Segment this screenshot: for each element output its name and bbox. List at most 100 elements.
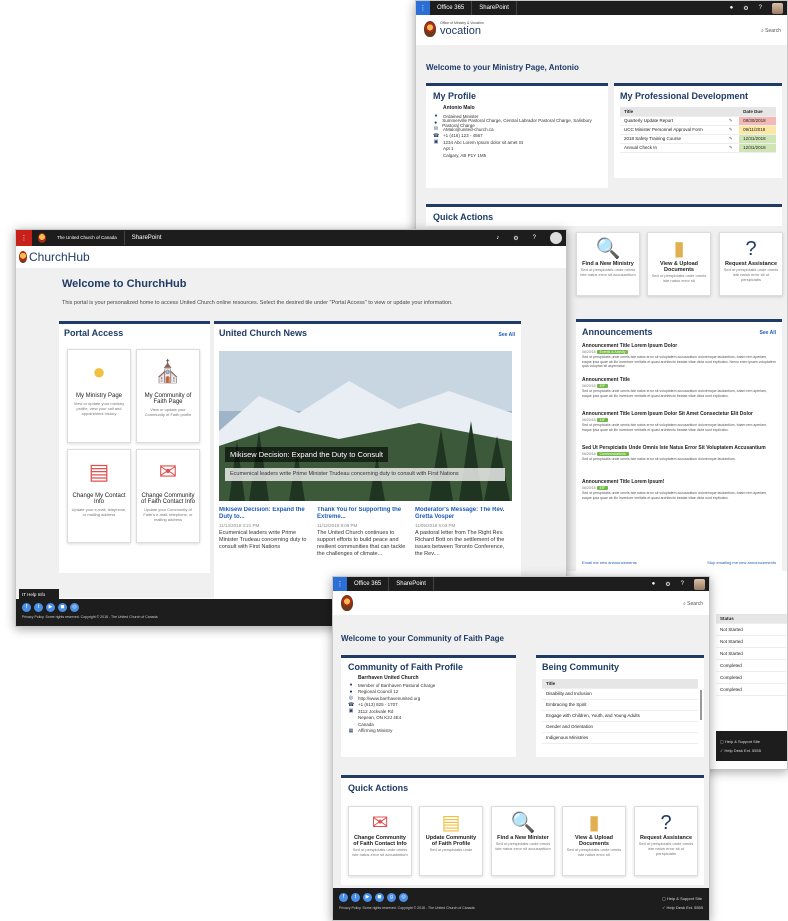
being-community-item[interactable]: Gender and Orientation	[542, 721, 698, 733]
find-a-new-minister-tile[interactable]: 🔍 Find a New Minister Sed ut perspiciatis …	[491, 806, 555, 876]
my-community-of-faith-page-tile[interactable]: ⛪ My Community of Faith Page View or updat…	[136, 349, 200, 443]
search-box[interactable]: ⌕ Search	[761, 28, 781, 34]
instagram-icon[interactable]: ◎	[399, 893, 408, 902]
twitter-icon[interactable]: t	[34, 603, 43, 612]
avatar[interactable]	[550, 232, 562, 244]
announcement-item[interactable]: Sed Ut Perspiciatis Unde Omnis Iste Natu…	[582, 445, 776, 474]
edit-icon[interactable]: ✎	[724, 134, 740, 144]
hero-headline[interactable]: Mikisew Decision: Expand the Duty to Con…	[225, 447, 388, 462]
youtube-icon[interactable]: ▶	[46, 603, 55, 612]
announcement-title[interactable]: Sed Ut Perspiciatis Unde Omnis Iste Natu…	[582, 445, 776, 451]
being-community-item[interactable]: Indigenous Ministries	[542, 732, 698, 744]
table-row[interactable]: Annual Check In ✎ 12/31/2018	[620, 143, 776, 153]
flickr-icon[interactable]: ◼	[58, 603, 67, 612]
table-row[interactable]: Engage with Children, Youth, and Young A…	[542, 710, 698, 722]
news-hero-image[interactable]: Mikisew Decision: Expand the Duty to Con…	[219, 351, 512, 501]
change-community-of-faith-contact-info-tile[interactable]: ✉ Change Community of Faith Contact Info U…	[136, 449, 200, 543]
youtube-icon[interactable]: ▶	[363, 893, 372, 902]
announcement-item[interactable]: Announcement Title 06/20/18 EIF Sed ut per…	[582, 377, 776, 406]
sharepoint-link[interactable]: SharePoint	[472, 1, 517, 15]
help-site-link[interactable]: ▢ Help & Support Site	[662, 894, 703, 903]
news-title[interactable]: Mikisew Decision: Expand the Duty to...	[219, 507, 312, 521]
help-icon[interactable]: ?	[681, 581, 684, 587]
table-row[interactable]: 2018 Safety Training Course ✎ 12/31/2018	[620, 134, 776, 144]
twitter-icon[interactable]: t	[351, 893, 360, 902]
vocation-logo[interactable]: Office of Ministry & Vocation vocation	[424, 21, 484, 37]
table-row[interactable]: Gender and Orientation	[542, 721, 698, 733]
help-icon[interactable]: ?	[533, 235, 536, 241]
news-item[interactable]: Mikisew Decision: Expand the Duty to... 1…	[219, 507, 312, 602]
task-title[interactable]: 2018 Safety Training Course	[620, 134, 725, 144]
bell-icon[interactable]: ●	[652, 581, 656, 587]
edit-icon[interactable]: ✎	[724, 116, 740, 126]
bell-icon[interactable]: ♪	[496, 235, 499, 241]
gear-icon[interactable]: ⚙	[665, 581, 670, 588]
org-link[interactable]: The United Church of Canada	[50, 231, 125, 245]
avatar[interactable]	[772, 2, 783, 14]
gear-icon[interactable]: ⚙	[743, 5, 748, 12]
email-me-link[interactable]: Email me new announcements	[582, 560, 637, 565]
crest-icon[interactable]	[341, 595, 353, 611]
stop-email-link[interactable]: Stop emailing me new announcements	[707, 560, 776, 565]
change-community-of-faith-contact-info-tile[interactable]: ✉ Change Community of Faith Contact Info S…	[348, 806, 412, 876]
edit-icon[interactable]: ✎	[724, 143, 740, 153]
table-row[interactable]: Disability and Inclusion	[542, 688, 698, 700]
help-icon[interactable]: ?	[759, 5, 762, 11]
search-box[interactable]: ⌕ Search	[683, 601, 703, 607]
churchhub-logo[interactable]: ChurchHub	[19, 250, 90, 264]
view-upload-documents-tile[interactable]: ▮ View & Upload Documents Sed ut perspicia…	[562, 806, 626, 876]
facebook-icon[interactable]: f	[339, 893, 348, 902]
find-a-new-ministry-tile[interactable]: 🔍 Find a New Ministry Sed ut perspiciatis …	[576, 232, 640, 296]
help-site-link[interactable]: ▢ Help & Support Site	[720, 737, 783, 746]
table-row[interactable]: UCC Minister Personnel Approval Form ✎ 09/…	[620, 125, 776, 135]
news-title[interactable]: Thank You for Supporting the Extreme...	[317, 507, 410, 521]
announcement-title[interactable]: Announcement Title Lorem Ipsum!	[582, 479, 776, 485]
task-title[interactable]: Annual Check In	[620, 143, 725, 153]
app-launcher-icon[interactable]: ⋮	[416, 1, 430, 15]
facebook-icon[interactable]: f	[22, 603, 31, 612]
gear-icon[interactable]: ⚙	[513, 235, 518, 242]
profile-row-text[interactable]: AMalo@united-church.ca	[443, 127, 494, 132]
sharepoint-link[interactable]: SharePoint	[125, 231, 169, 245]
scrollbar[interactable]	[700, 690, 702, 720]
announcement-item[interactable]: Announcement Title Lorem Ipsum! 06/20/18 …	[582, 479, 776, 508]
bell-icon[interactable]: ●	[730, 5, 734, 11]
news-title[interactable]: Moderator's Message: The Rev. Gretta Vos…	[415, 507, 508, 521]
app-launcher-icon[interactable]: ⋮	[333, 577, 347, 591]
avatar[interactable]	[694, 578, 705, 590]
table-row[interactable]: Embracing the Spirit	[542, 699, 698, 711]
being-community-item[interactable]: Engage with Children, Youth, and Young A…	[542, 710, 698, 722]
section-title: Community of Faith Profile	[348, 662, 464, 672]
help-desk-link[interactable]: ✓ Help Desk Ext. 5555	[720, 746, 783, 755]
google-plus-icon[interactable]: g	[387, 893, 396, 902]
request-assistance-tile[interactable]: ? Request Assistance Sed ut perspiciatis u…	[719, 232, 783, 296]
app-launcher-icon[interactable]: ⋮	[16, 230, 32, 246]
profile-row-text[interactable]: http://www.barrhavenunited.org	[358, 696, 420, 701]
section-title: Announcements	[582, 327, 653, 337]
task-title[interactable]: UCC Minister Personnel Approval Form	[620, 125, 725, 135]
announcement-title[interactable]: Announcement Title	[582, 377, 776, 383]
task-title[interactable]: Quarterly Update Report	[620, 116, 725, 126]
see-all-link[interactable]: See All	[499, 332, 516, 338]
announcement-item[interactable]: Announcement Title Lorem Ipsum Dolor Sit…	[582, 411, 776, 440]
help-desk-link[interactable]: ✓ Help Desk Ext. 5555	[662, 903, 703, 912]
view-upload-documents-tile[interactable]: ▮ View & Upload Documents Sed ut perspicia…	[647, 232, 711, 296]
announcement-title[interactable]: Announcement Title Lorem Ipsum Dolor	[582, 343, 776, 349]
office365-link[interactable]: Office 365	[430, 1, 473, 15]
request-assistance-tile[interactable]: ? Request Assistance Sed ut perspiciatis u…	[634, 806, 698, 876]
being-community-item[interactable]: Embracing the Spirit	[542, 699, 698, 711]
table-row[interactable]: Quarterly Update Report ✎ 08/30/2018	[620, 116, 776, 126]
sharepoint-link[interactable]: SharePoint	[389, 577, 434, 591]
my-ministry-page-tile[interactable]: ● My Ministry Page View or update your min…	[67, 349, 131, 443]
update-community-of-faith-profile-tile[interactable]: ▤ Update Community of Faith Profile Sed ut…	[419, 806, 483, 876]
flickr-icon[interactable]: ◼	[375, 893, 384, 902]
announcement-title[interactable]: Announcement Title Lorem Ipsum Dolor Sit…	[582, 411, 776, 417]
change-my-contact-info-tile[interactable]: ▤ Change My Contact Info Update your e-mai…	[67, 449, 131, 543]
instagram-icon[interactable]: ◎	[70, 603, 79, 612]
edit-icon[interactable]: ✎	[724, 125, 740, 135]
announcement-item[interactable]: Announcement Title Lorem Ipsum Dolor 06/2…	[582, 343, 776, 372]
see-all-link[interactable]: See All	[760, 330, 777, 336]
office365-link[interactable]: Office 365	[347, 577, 390, 591]
being-community-item[interactable]: Disability and Inclusion	[542, 688, 698, 700]
table-row[interactable]: Indigenous Ministries	[542, 732, 698, 744]
